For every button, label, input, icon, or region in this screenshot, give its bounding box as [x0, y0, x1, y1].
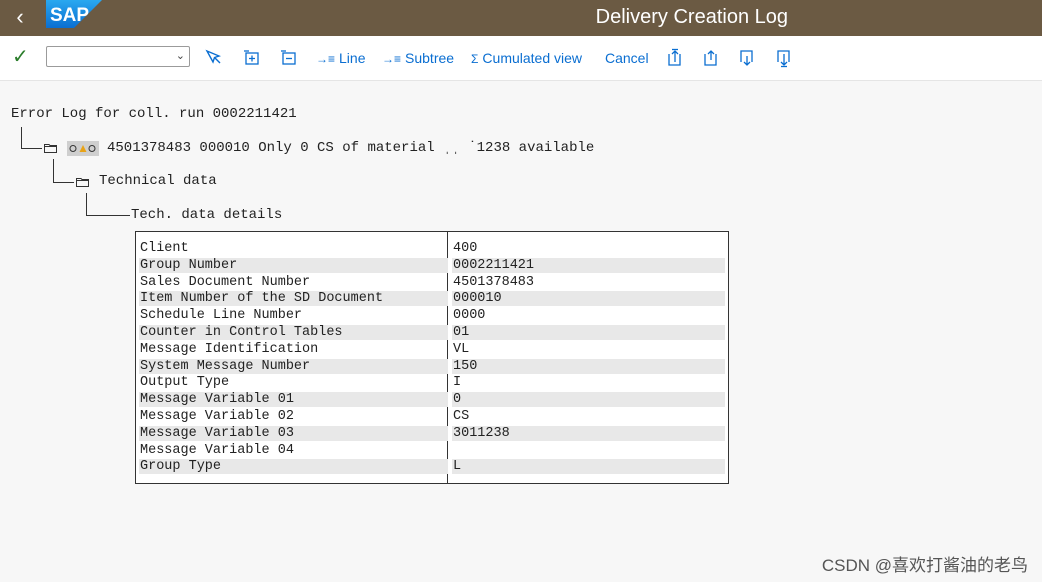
field-label: Message Variable 02 — [140, 409, 294, 424]
field-value: 0 — [452, 392, 725, 408]
tech-data-details-node[interactable]: Tech. data details — [131, 207, 282, 223]
table-row: Output Type I — [139, 375, 725, 392]
field-value: L — [452, 459, 725, 475]
tech-details-table: Client 400 Group Number 0002211421 Sales Doc… — [135, 231, 729, 484]
log-message[interactable]: 4501378483 000010 Only 0 CS of material … — [107, 140, 594, 156]
line-button[interactable]: →≡ Line — [316, 49, 365, 67]
folder-icon[interactable] — [44, 143, 57, 153]
field-value: 01 — [452, 325, 725, 340]
table-row: Client 400 — [139, 241, 725, 258]
sigma-icon: Σ — [471, 52, 479, 66]
table-row: Sales Document Number 4501378483 — [139, 275, 725, 292]
tree-connector — [21, 148, 42, 149]
previous-page-icon[interactable] — [701, 48, 721, 68]
tree-connector — [21, 127, 22, 148]
folder-icon[interactable] — [76, 177, 89, 187]
field-value: 000010 — [452, 291, 725, 307]
table-row: Item Number of the SD Document 000010 — [139, 291, 725, 308]
table-row: Message Variable 01 0 — [139, 392, 725, 409]
field-label: Message Variable 01 — [139, 392, 448, 408]
first-page-icon[interactable] — [665, 48, 685, 68]
table-row: Schedule Line Number 0000 — [139, 308, 725, 325]
confirm-button[interactable]: ✓ — [12, 46, 32, 68]
field-label: System Message Number — [139, 358, 448, 374]
command-field-dropdown[interactable]: ⌄ — [46, 46, 190, 67]
back-button[interactable]: ‹ — [8, 4, 32, 30]
field-value: 4501378483 — [453, 274, 535, 290]
table-row: Counter in Control Tables 01 — [139, 325, 725, 342]
field-value: 150 — [452, 358, 725, 374]
table-row: Message Variable 04 — [139, 443, 725, 460]
cancel-button[interactable]: Cancel — [605, 49, 649, 67]
field-value: CS — [453, 409, 470, 424]
field-label: Sales Document Number — [140, 274, 311, 290]
field-value: 0002211421 — [452, 257, 725, 273]
application-toolbar: ✓ ⌄ →≡ Line →≡ Subtree Σ Cumulated view Can… — [0, 36, 1042, 81]
cumulated-view-button[interactable]: Σ Cumulated view — [471, 49, 582, 67]
table-row: System Message Number 150 — [139, 358, 725, 376]
sap-logo-text: SAP — [50, 5, 89, 26]
line-button-label: Line — [339, 50, 366, 66]
field-label: Group Number — [139, 257, 448, 273]
expand-node-icon[interactable] — [242, 48, 262, 68]
technical-data-node[interactable]: Technical data — [99, 173, 217, 189]
table-row: Message Variable 02 CS — [139, 409, 725, 426]
tree-connector — [86, 193, 87, 215]
log-heading: Error Log for coll. run 0002211421 — [11, 106, 297, 122]
watermark: CSDN @喜欢打酱油的老鸟 — [821, 556, 1028, 575]
field-label: Message Variable 04 — [140, 442, 294, 458]
field-label: Schedule Line Number — [140, 308, 303, 324]
status-lights-icon — [67, 141, 99, 156]
table-row: Message Variable 03 3011238 — [139, 425, 725, 443]
field-value: VL — [453, 341, 470, 357]
tree-connector — [86, 215, 130, 216]
shell-bar: ‹ SAP Delivery Creation Log — [0, 0, 1042, 36]
field-value: I — [453, 375, 462, 391]
chevron-left-icon: ‹ — [16, 4, 24, 29]
field-label: Client — [140, 241, 189, 256]
field-label: Group Type — [139, 459, 448, 475]
chevron-down-icon: ⌄ — [175, 50, 185, 62]
field-label: Message Identification — [140, 341, 319, 357]
line-icon: →≡ — [316, 52, 336, 66]
tree-connector — [53, 182, 74, 183]
subtree-button-label: Subtree — [405, 50, 455, 66]
table-row: Group Number 0002211421 — [139, 257, 725, 275]
sap-logo: SAP — [46, 0, 102, 28]
select-detail-icon[interactable] — [204, 48, 224, 68]
field-value: 3011238 — [452, 425, 725, 441]
tree-connector — [53, 159, 54, 182]
next-page-icon[interactable] — [737, 48, 757, 68]
field-value — [452, 443, 725, 458]
collapse-node-icon[interactable] — [279, 48, 299, 68]
table-row: Message Identification VL — [139, 342, 725, 359]
cancel-button-label: Cancel — [605, 50, 649, 66]
checkmark-icon: ✓ — [12, 46, 29, 68]
subtree-button[interactable]: →≡ Subtree — [382, 49, 454, 67]
table-row: Group Type L — [139, 459, 725, 476]
field-label: Message Variable 03 — [139, 425, 448, 441]
last-page-icon[interactable] — [774, 48, 794, 68]
cumulated-view-label: Cumulated view — [482, 50, 583, 66]
subtree-icon: →≡ — [382, 52, 402, 66]
page-title: Delivery Creation Log — [595, 6, 788, 28]
field-value: 400 — [453, 241, 478, 256]
field-label: Item Number of the SD Document — [139, 291, 448, 307]
field-label: Output Type — [140, 375, 230, 391]
field-label: Counter in Control Tables — [139, 325, 448, 340]
field-value: 0000 — [453, 308, 486, 324]
